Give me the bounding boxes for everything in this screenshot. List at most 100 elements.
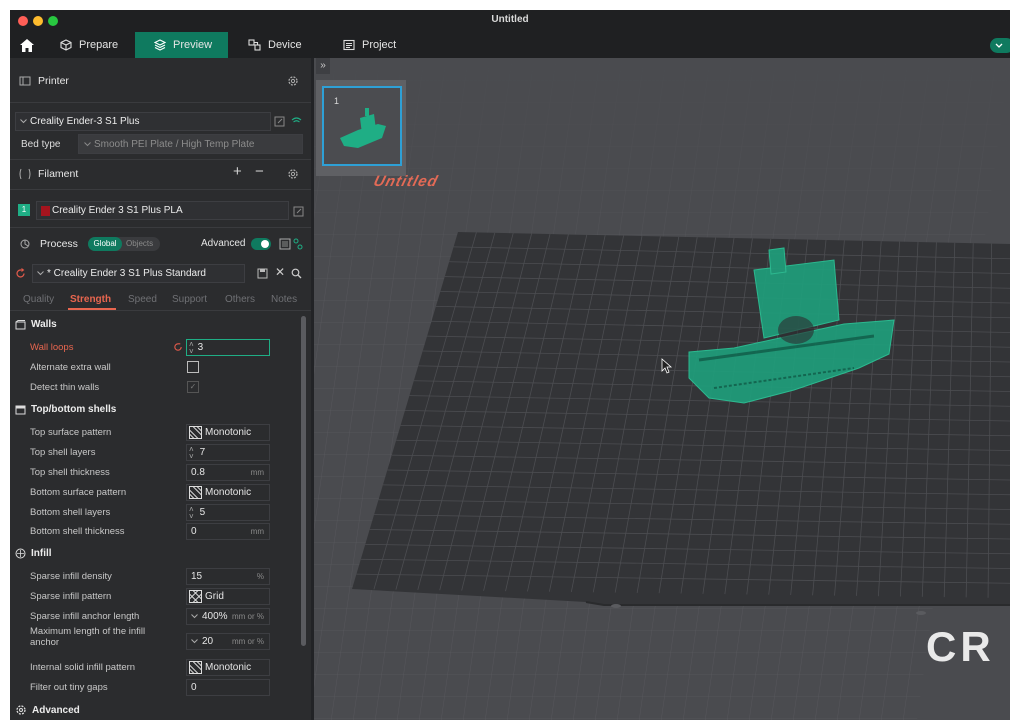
chevron-down-icon <box>191 614 198 619</box>
boat-thumbnail-icon <box>340 108 386 148</box>
sparse-infill-anchor-length-input[interactable]: 400% mm or % <box>186 608 270 625</box>
detect-thin-walls-label: Detect thin walls <box>30 382 100 393</box>
bed-type-value: Smooth PEI Plate / High Temp Plate <box>94 139 255 150</box>
stepper-icon[interactable]: ˄ ˅ <box>189 340 194 355</box>
sparse-infill-density-input[interactable]: 15 % <box>186 568 270 585</box>
device-icon <box>248 39 261 51</box>
chevron-down-icon <box>191 639 198 644</box>
filament-section-header: Filament + − <box>10 162 311 186</box>
global-option[interactable]: Global <box>88 237 122 251</box>
tab-preview[interactable]: Preview <box>135 32 228 58</box>
top-shell-thickness-label: Top shell thickness <box>30 467 110 478</box>
3d-viewport[interactable]: CR 1 Untitled » <box>314 58 1010 720</box>
printer-select-value: Creality Ender-3 S1 Plus <box>30 116 140 127</box>
wifi-icon[interactable] <box>291 116 302 127</box>
top-shell-layers-input[interactable]: ˄ ˅ 7 <box>186 444 270 461</box>
filament-select[interactable]: Creality Ender 3 S1 Plus PLA <box>36 201 289 220</box>
wall-loops-label: Wall loops <box>30 342 74 353</box>
tab-strength[interactable]: Strength <box>70 294 111 305</box>
objects-option[interactable]: Objects <box>126 239 153 248</box>
tab-support[interactable]: Support <box>172 294 207 305</box>
detect-thin-walls-checkbox[interactable]: ✓ <box>187 381 199 393</box>
bed-type-select[interactable]: Smooth PEI Plate / High Temp Plate <box>78 134 303 154</box>
printer-section-label: Printer <box>38 75 69 87</box>
gear-icon[interactable] <box>287 168 299 180</box>
grid-pattern-icon <box>189 590 202 603</box>
wall-loops-input[interactable]: ˄ ˅ 3 <box>186 339 270 356</box>
alternate-extra-wall-label: Alternate extra wall <box>30 362 111 373</box>
bed-brand-text: CR <box>926 623 995 670</box>
tab-project[interactable]: Project <box>343 32 423 58</box>
main-tab-bar: Prepare Preview Device Project <box>10 32 1010 58</box>
top-shell-layers-label: Top shell layers <box>30 447 96 458</box>
advanced-toggle-label: Advanced <box>201 238 246 249</box>
process-preset-value: * Creality Ender 3 S1 Plus Standard <box>47 268 206 279</box>
gear-icon[interactable] <box>287 75 299 87</box>
filter-tiny-gaps-label: Filter out tiny gaps <box>30 682 108 693</box>
tab-prepare-label: Prepare <box>79 39 119 51</box>
advanced-section-title: Advanced <box>15 704 80 716</box>
home-button[interactable] <box>18 32 36 58</box>
cube-icon <box>60 39 72 51</box>
reset-icon[interactable] <box>15 268 26 279</box>
slice-dropdown-button[interactable] <box>990 38 1010 53</box>
plate-name-label: Untitled <box>371 173 441 190</box>
app-window: Untitled Prepare Preview Device Project <box>10 10 1010 720</box>
monotonic-pattern-icon <box>189 426 202 439</box>
scene-canvas: CR <box>314 58 1010 720</box>
double-chevron-icon: » <box>320 60 326 71</box>
edit-icon[interactable] <box>274 116 285 127</box>
sparse-infill-pattern-select[interactable]: Grid <box>186 588 270 605</box>
tab-device[interactable]: Device <box>248 32 328 58</box>
plate-thumbnail[interactable]: 1 <box>322 86 402 166</box>
tab-quality[interactable]: Quality <box>23 294 54 305</box>
close-icon[interactable]: ✕ <box>275 265 285 279</box>
filament-slot-number: 1 <box>18 204 30 216</box>
chevron-down-icon <box>37 271 44 276</box>
project-icon <box>343 39 355 51</box>
tab-device-label: Device <box>268 39 302 51</box>
process-preset-select[interactable]: * Creality Ender 3 S1 Plus Standard <box>32 264 245 283</box>
global-objects-toggle[interactable]: Global Objects <box>88 237 160 251</box>
tab-prepare[interactable]: Prepare <box>60 32 134 58</box>
advanced-toggle[interactable] <box>251 238 271 250</box>
filter-tiny-gaps-input[interactable]: 0 <box>186 679 270 696</box>
plate-thumbnail-panel[interactable]: 1 <box>316 80 406 176</box>
sparse-infill-density-label: Sparse infill density <box>30 571 112 582</box>
bottom-shell-layers-input[interactable]: ˄ ˅ 5 <box>186 504 270 521</box>
filament-section-label: Filament <box>38 168 79 180</box>
remove-filament-button[interactable]: − <box>255 163 264 180</box>
printer-select[interactable]: Creality Ender-3 S1 Plus <box>15 112 271 131</box>
edit-icon[interactable] <box>293 206 304 217</box>
save-icon[interactable] <box>257 268 268 279</box>
bottom-shell-thickness-label: Bottom shell thickness <box>30 526 125 537</box>
home-icon <box>20 38 34 52</box>
stepper-icon[interactable]: ˄ ˅ <box>189 505 194 520</box>
tune-icon[interactable] <box>293 238 303 250</box>
alternate-extra-wall-checkbox[interactable] <box>187 361 199 373</box>
max-infill-anchor-label-2: anchor <box>30 637 60 648</box>
bottom-shell-thickness-input[interactable]: 0 mm <box>186 523 270 540</box>
filament-color-swatch[interactable] <box>41 206 50 216</box>
collapse-sidebar-button[interactable]: » <box>316 58 330 74</box>
filament-icon <box>19 168 31 180</box>
internal-solid-infill-pattern-select[interactable]: Monotonic <box>186 659 270 676</box>
filament-select-value: Creality Ender 3 S1 Plus PLA <box>52 205 183 216</box>
infill-icon <box>15 548 26 559</box>
max-infill-anchor-input[interactable]: 20 mm or % <box>186 633 270 650</box>
tab-others[interactable]: Others <box>225 294 255 305</box>
sparse-infill-pattern-label: Sparse infill pattern <box>30 591 112 602</box>
reset-icon[interactable] <box>173 342 183 352</box>
add-filament-button[interactable]: + <box>233 163 242 180</box>
bottom-surface-pattern-select[interactable]: Monotonic <box>186 484 270 501</box>
search-icon[interactable] <box>291 268 302 279</box>
stepper-icon[interactable]: ˄ ˅ <box>189 445 194 460</box>
monotonic-pattern-icon <box>189 486 202 499</box>
top-shell-thickness-input[interactable]: 0.8 mm <box>186 464 270 481</box>
compare-icon[interactable] <box>279 238 291 250</box>
top-surface-pattern-select[interactable]: Monotonic <box>186 424 270 441</box>
sidebar-scrollbar[interactable] <box>301 316 306 646</box>
tab-notes[interactable]: Notes <box>271 294 297 305</box>
tab-speed[interactable]: Speed <box>128 294 157 305</box>
chevron-down-icon <box>84 142 91 147</box>
